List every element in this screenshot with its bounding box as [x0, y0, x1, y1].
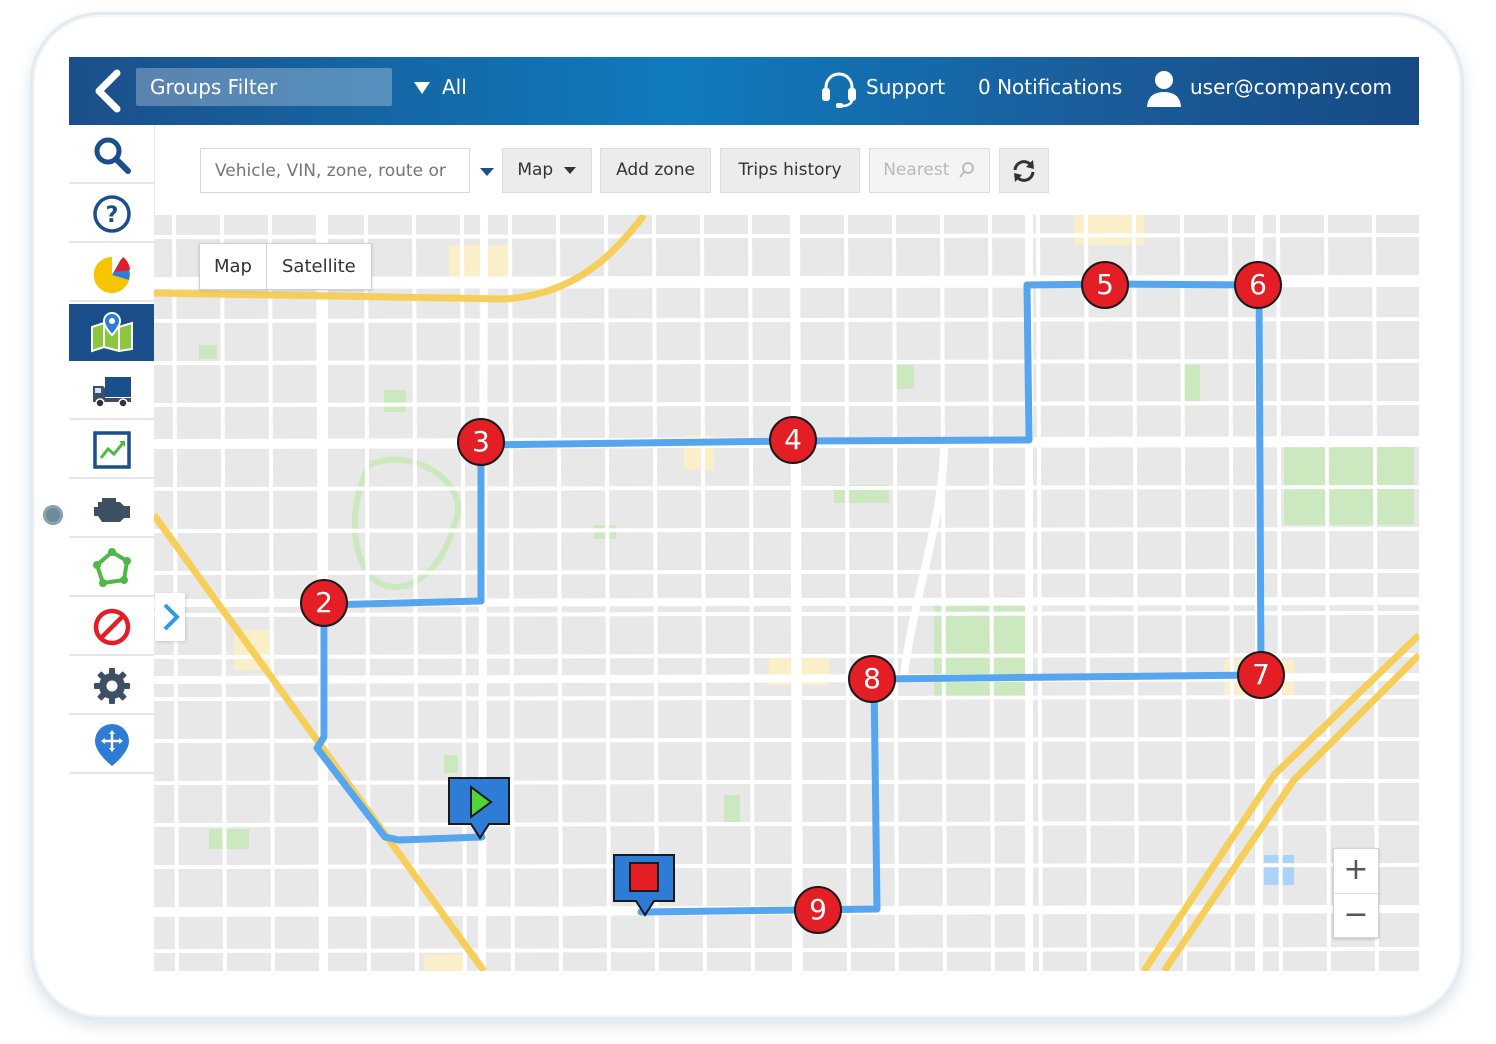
- route-stop-marker[interactable]: 7: [1237, 651, 1285, 699]
- sidebar-item-map[interactable]: [69, 304, 154, 361]
- expand-panel-button[interactable]: [155, 593, 185, 641]
- route-stop-marker[interactable]: 8: [848, 655, 896, 703]
- map-pin-icon: [90, 311, 133, 352]
- location-move-icon: [94, 723, 129, 766]
- end-stop-icon[interactable]: [612, 853, 676, 917]
- vehicle-search-input[interactable]: [200, 148, 470, 193]
- back-arrow-icon[interactable]: [91, 69, 131, 113]
- map-view[interactable]: 2 3 4 5 6 7 8 9: [154, 215, 1419, 971]
- route-stop-marker[interactable]: 4: [769, 416, 817, 464]
- svg-text:?: ?: [105, 203, 118, 228]
- nearest-label: Nearest: [883, 160, 950, 180]
- notifications-link[interactable]: 0 Notifications: [978, 75, 1122, 99]
- map-type-map-button[interactable]: Map: [200, 244, 266, 289]
- caret-down-icon[interactable]: [413, 81, 431, 95]
- nearest-button[interactable]: Nearest: [869, 148, 990, 193]
- sidebar: ?: [69, 125, 154, 971]
- sidebar-item-settings[interactable]: [69, 658, 154, 715]
- zoom-in-button[interactable]: +: [1334, 849, 1378, 894]
- zoom-out-button[interactable]: −: [1334, 894, 1378, 938]
- map-dropdown-button[interactable]: Map: [502, 148, 592, 193]
- route-stop-marker[interactable]: 6: [1234, 261, 1282, 309]
- add-zone-button[interactable]: Add zone: [600, 148, 711, 193]
- user-account-link[interactable]: user@company.com: [1190, 75, 1392, 99]
- groups-filter-input[interactable]: Groups Filter: [136, 68, 392, 106]
- help-icon: ?: [92, 194, 131, 233]
- route-stop-marker[interactable]: 2: [300, 579, 348, 627]
- route-stop-marker[interactable]: 3: [457, 418, 505, 466]
- map-type-satellite-button[interactable]: Satellite: [266, 244, 371, 289]
- gear-icon: [93, 667, 130, 704]
- sidebar-item-zones[interactable]: [69, 540, 154, 597]
- search-icon: [94, 137, 131, 174]
- caret-down-icon[interactable]: [479, 167, 495, 177]
- tablet-camera: [43, 505, 63, 525]
- sidebar-item-reports[interactable]: [69, 245, 154, 302]
- geofence-icon: [92, 547, 131, 587]
- top-header: Groups Filter All Support 0 Notification…: [69, 57, 1419, 125]
- zoom-control: + −: [1333, 848, 1379, 938]
- caret-down-icon: [563, 166, 576, 174]
- start-play-icon[interactable]: [447, 776, 511, 840]
- app-screen: Groups Filter All Support 0 Notification…: [69, 57, 1419, 971]
- chevron-right-icon: [163, 603, 180, 631]
- map-type-toggle: Map Satellite: [199, 243, 372, 290]
- pie-chart-icon: [93, 256, 130, 293]
- trips-history-button[interactable]: Trips history: [720, 148, 860, 193]
- block-icon: [93, 608, 130, 645]
- map-dropdown-label: Map: [517, 160, 554, 180]
- sidebar-item-vehicles[interactable]: [69, 363, 154, 420]
- route-stop-marker[interactable]: 9: [794, 886, 842, 934]
- sidebar-item-restrictions[interactable]: [69, 599, 154, 656]
- headset-icon[interactable]: [819, 70, 859, 110]
- refresh-icon: [1013, 160, 1035, 182]
- user-icon[interactable]: [1145, 69, 1183, 109]
- route-stop-marker[interactable]: 5: [1081, 261, 1129, 309]
- search-icon: [959, 162, 974, 178]
- truck-icon: [92, 376, 131, 408]
- sidebar-item-diagnostics[interactable]: [69, 481, 154, 538]
- all-groups-dropdown[interactable]: All: [442, 75, 467, 99]
- refresh-button[interactable]: [999, 148, 1049, 193]
- support-link[interactable]: Support: [866, 75, 945, 99]
- sidebar-item-analytics[interactable]: [69, 422, 154, 479]
- sidebar-item-search[interactable]: [69, 127, 154, 184]
- engine-icon: [93, 497, 130, 522]
- trend-chart-icon: [92, 430, 131, 469]
- sidebar-item-locations[interactable]: [69, 717, 154, 774]
- sidebar-item-help[interactable]: ?: [69, 186, 154, 243]
